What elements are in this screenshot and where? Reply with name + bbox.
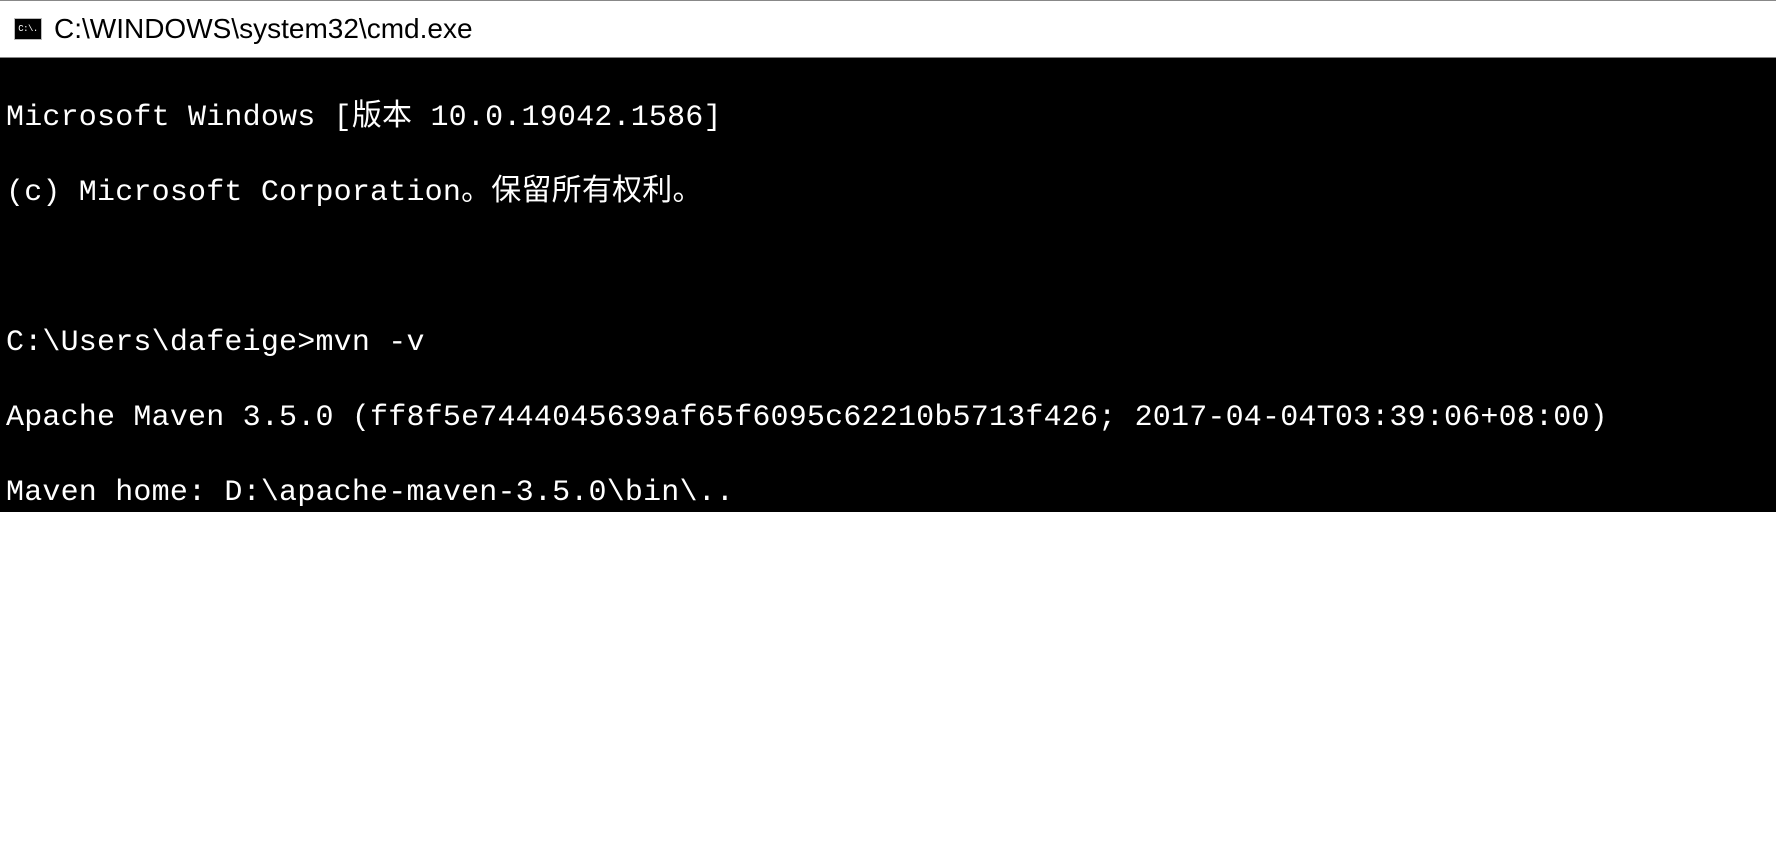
window-titlebar[interactable]: C:\. C:\WINDOWS\system32\cmd.exe (0, 0, 1776, 58)
cmd-icon-label: C:\. (18, 25, 38, 34)
maven-version-line: Apache Maven 3.5.0 (ff8f5e7444045639af65… (6, 400, 1770, 438)
java-version-line: Java version: 1.8.0_144, vendor: Oracle … (6, 550, 1770, 588)
locale-line: Default locale: zh_CN, platform encoding… (6, 700, 1770, 738)
windows-version-line: Microsoft Windows [版本 10.0.19042.1586] (6, 100, 1770, 138)
command-prompt-line: C:\Users\dafeige>mvn -v (6, 325, 1770, 363)
cmd-icon: C:\. (14, 18, 42, 40)
window-title: C:\WINDOWS\system32\cmd.exe (54, 13, 473, 45)
os-line: OS name: "windows 10", version: "10.0", … (6, 775, 1770, 813)
blank-line (6, 250, 1770, 288)
java-home-line: Java home: D:\jdk1.8.0_144\jre (6, 625, 1770, 663)
terminal-output[interactable]: Microsoft Windows [版本 10.0.19042.1586] (… (0, 58, 1776, 512)
copyright-line: (c) Microsoft Corporation。保留所有权利。 (6, 175, 1770, 213)
maven-home-line: Maven home: D:\apache-maven-3.5.0\bin\.. (6, 475, 1770, 513)
